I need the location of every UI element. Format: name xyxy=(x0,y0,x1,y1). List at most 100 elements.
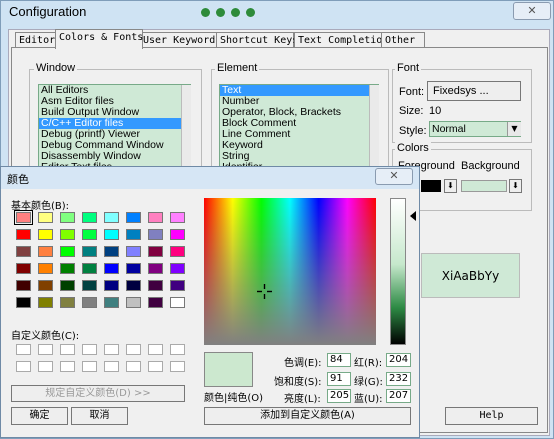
basic-color-swatch[interactable] xyxy=(126,229,141,240)
basic-color-swatch[interactable] xyxy=(170,246,185,257)
basic-color-swatch[interactable] xyxy=(170,280,185,291)
close-button[interactable]: ✕ xyxy=(513,2,551,20)
basic-color-swatch[interactable] xyxy=(38,263,53,274)
basic-color-swatch[interactable] xyxy=(82,212,97,223)
basic-color-swatch[interactable] xyxy=(82,297,97,308)
ok-button[interactable]: 确定 xyxy=(11,407,68,425)
custom-color-slot[interactable] xyxy=(60,361,75,372)
basic-color-swatch[interactable] xyxy=(16,297,31,308)
custom-color-slot[interactable] xyxy=(82,344,97,355)
basic-color-swatch[interactable] xyxy=(60,280,75,291)
basic-color-swatch[interactable] xyxy=(16,263,31,274)
basic-color-swatch[interactable] xyxy=(104,212,119,223)
basic-color-swatch[interactable] xyxy=(38,297,53,308)
custom-color-slot[interactable] xyxy=(170,361,185,372)
basic-color-swatch[interactable] xyxy=(104,297,119,308)
window-listbox[interactable]: All Editors Asm Editor files Build Outpu… xyxy=(38,84,191,174)
close-button[interactable]: ✕ xyxy=(375,168,413,185)
basic-color-swatch[interactable] xyxy=(60,212,75,223)
custom-color-slot[interactable] xyxy=(38,361,53,372)
basic-color-swatch[interactable] xyxy=(16,280,31,291)
custom-color-slot[interactable] xyxy=(126,361,141,372)
custom-color-slot[interactable] xyxy=(38,344,53,355)
background-swatch[interactable] xyxy=(461,180,507,192)
luminance-slider[interactable] xyxy=(390,198,406,345)
color-spectrum[interactable] xyxy=(204,198,376,345)
custom-color-slot[interactable] xyxy=(126,344,141,355)
basic-color-swatch[interactable] xyxy=(82,280,97,291)
basic-color-swatch[interactable] xyxy=(104,229,119,240)
basic-color-swatch[interactable] xyxy=(104,263,119,274)
basic-color-swatch[interactable] xyxy=(60,229,75,240)
custom-color-slot[interactable] xyxy=(170,344,185,355)
basic-color-swatch[interactable] xyxy=(170,212,185,223)
background-dropdown-icon[interactable]: ⬇ xyxy=(509,179,522,193)
tab-other[interactable]: Other xyxy=(381,32,425,48)
basic-color-swatch[interactable] xyxy=(38,280,53,291)
basic-color-swatch[interactable] xyxy=(170,297,185,308)
basic-color-swatch[interactable] xyxy=(60,297,75,308)
basic-color-swatch[interactable] xyxy=(170,263,185,274)
basic-color-swatch[interactable] xyxy=(148,246,163,257)
custom-color-slot[interactable] xyxy=(16,361,31,372)
basic-color-swatch[interactable] xyxy=(170,229,185,240)
window-list-scrollbar[interactable] xyxy=(181,85,191,173)
help-button[interactable]: Help xyxy=(445,407,538,425)
basic-color-swatch[interactable] xyxy=(38,212,53,223)
basic-color-swatch[interactable] xyxy=(16,246,31,257)
basic-color-swatch[interactable] xyxy=(148,212,163,223)
element-listbox[interactable]: Text Number Operator, Block, Brackets Bl… xyxy=(219,84,379,174)
size-label: Size: xyxy=(399,105,424,117)
hue-label: 色调(E): xyxy=(284,358,322,369)
red-input[interactable]: 204 xyxy=(386,353,411,367)
custom-color-slot[interactable] xyxy=(60,344,75,355)
custom-color-slot[interactable] xyxy=(104,344,119,355)
tab-user-keywords[interactable]: User Keywords xyxy=(139,32,221,48)
custom-color-slot[interactable] xyxy=(148,361,163,372)
basic-color-swatch[interactable] xyxy=(148,280,163,291)
custom-color-slot[interactable] xyxy=(104,361,119,372)
basic-color-swatch[interactable] xyxy=(126,297,141,308)
cancel-button[interactable]: 取消 xyxy=(71,407,128,425)
basic-color-swatch[interactable] xyxy=(60,246,75,257)
basic-color-swatch[interactable] xyxy=(126,280,141,291)
luminance-pointer-icon[interactable] xyxy=(410,211,416,221)
green-input[interactable]: 232 xyxy=(386,372,411,386)
basic-color-swatch[interactable] xyxy=(104,246,119,257)
basic-color-swatch[interactable] xyxy=(126,246,141,257)
basic-color-swatch[interactable] xyxy=(82,263,97,274)
hue-input[interactable]: 84 xyxy=(327,353,351,367)
custom-color-slot[interactable] xyxy=(16,344,31,355)
basic-color-swatch[interactable] xyxy=(82,229,97,240)
basic-color-swatch[interactable] xyxy=(16,229,31,240)
tab-shortcut-keys[interactable]: Shortcut Keys xyxy=(216,32,298,48)
basic-color-swatch[interactable] xyxy=(14,210,33,225)
basic-color-swatch[interactable] xyxy=(82,246,97,257)
blue-input[interactable]: 207 xyxy=(386,389,411,403)
luminance-input[interactable]: 205 xyxy=(327,389,351,403)
font-select-button[interactable]: Fixedsys ... xyxy=(427,81,521,101)
custom-color-slot[interactable] xyxy=(148,344,163,355)
green-label: 绿(G): xyxy=(354,377,383,388)
element-list-scrollbar[interactable] xyxy=(369,85,379,173)
luminance-label: 亮度(L): xyxy=(284,394,321,405)
basic-color-swatch[interactable] xyxy=(104,280,119,291)
basic-color-swatch[interactable] xyxy=(38,229,53,240)
add-to-custom-colors-button[interactable]: 添加到自定义颜色(A) xyxy=(204,407,411,425)
tab-text-completion[interactable]: Text Completion xyxy=(294,32,388,48)
custom-color-slot[interactable] xyxy=(82,361,97,372)
basic-color-swatch[interactable] xyxy=(148,263,163,274)
saturation-input[interactable]: 91 xyxy=(327,372,351,386)
foreground-dropdown-icon[interactable]: ⬇ xyxy=(444,179,457,193)
crosshair-icon[interactable] xyxy=(257,284,272,299)
basic-color-swatch[interactable] xyxy=(126,263,141,274)
basic-color-swatch[interactable] xyxy=(38,246,53,257)
basic-color-swatch[interactable] xyxy=(148,297,163,308)
foreground-swatch[interactable] xyxy=(421,180,441,192)
define-custom-colors-button[interactable]: 规定自定义颜色(D) >> xyxy=(11,385,185,402)
basic-color-swatch[interactable] xyxy=(126,212,141,223)
basic-color-swatch[interactable] xyxy=(148,229,163,240)
chevron-down-icon[interactable]: ▼ xyxy=(507,122,521,136)
tab-colors-fonts[interactable]: Colors & Fonts xyxy=(55,29,143,49)
basic-color-swatch[interactable] xyxy=(60,263,75,274)
